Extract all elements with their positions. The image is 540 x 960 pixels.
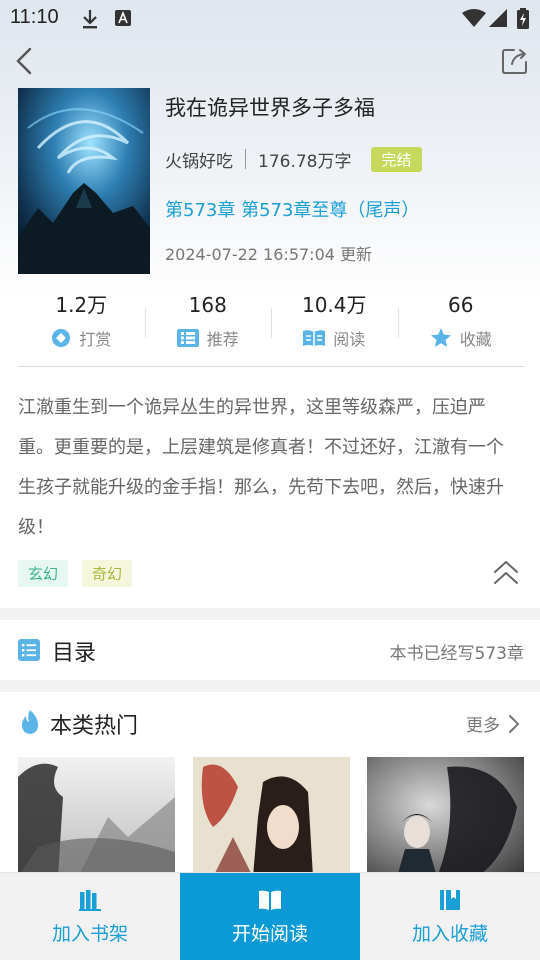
catalog-list-icon	[18, 639, 40, 661]
stat-value: 1.2万	[55, 293, 108, 317]
collapse-button[interactable]	[492, 558, 520, 588]
author-name[interactable]: 火锅好吃	[165, 147, 233, 172]
app-a-icon	[115, 10, 131, 26]
catalog-title: 目录	[52, 641, 97, 666]
stats-row: 1.2万 打赏 168 推荐 10.4万 阅读 66 收藏	[18, 290, 524, 356]
download-icon	[83, 10, 97, 29]
hot-book-cover[interactable]	[18, 757, 175, 877]
hot-book-image	[18, 757, 175, 877]
signal-icon	[489, 9, 507, 27]
tag-list: 玄幻 奇幻	[18, 560, 146, 587]
stat-value: 168	[188, 293, 227, 317]
add-shelf-label: 加入书架	[51, 923, 128, 945]
book-title: 我在诡异世界多子多福	[165, 96, 375, 120]
recommend-icon	[176, 329, 199, 347]
status-bar: 11:10	[0, 0, 540, 36]
meta-divider	[245, 149, 246, 169]
hot-book-image	[367, 757, 524, 877]
update-time: 2024-07-22 16:57:04 更新	[165, 245, 373, 264]
catalog-row[interactable]: 目录 本书已经写573章	[0, 620, 540, 680]
read-book-icon	[303, 330, 326, 346]
stat-label: 推荐	[206, 330, 239, 349]
stat-value: 66	[448, 293, 474, 317]
reward-icon	[52, 329, 71, 347]
start-reading-button[interactable]: 开始阅读	[180, 873, 360, 960]
hot-book-image	[193, 757, 350, 877]
star-icon	[430, 328, 451, 347]
double-chevron-up-icon	[494, 561, 518, 584]
status-badge: 完结	[371, 146, 422, 172]
wifi-icon	[462, 9, 486, 27]
back-button[interactable]	[12, 46, 40, 76]
book-cover-image	[18, 88, 150, 274]
latest-chapter-link[interactable]: 第573章 第573章至尊（尾声）	[165, 196, 419, 222]
chapter-count: 本书已经写573章	[389, 644, 524, 664]
stat-value: 10.4万	[301, 293, 367, 317]
stat-reward[interactable]: 1.2万 打赏	[18, 290, 145, 356]
collection-icon	[440, 890, 460, 910]
chevron-left-icon	[16, 47, 32, 75]
open-book-icon	[259, 890, 281, 910]
hot-title: 本类热门	[50, 714, 139, 739]
book-meta: 火锅好吃 176.78万字 完结	[165, 146, 422, 172]
bottom-action-bar: 加入书架 开始阅读 加入收藏	[0, 872, 540, 960]
stat-read[interactable]: 10.4万 阅读	[271, 290, 398, 356]
stat-collect[interactable]: 66 收藏	[397, 290, 525, 356]
battery-charging-icon	[517, 8, 529, 29]
share-icon	[502, 49, 527, 74]
hot-book-cover[interactable]	[367, 757, 524, 877]
add-collection-button[interactable]: 加入收藏	[360, 873, 540, 960]
more-link[interactable]: 更多	[466, 711, 520, 736]
tag-qihuan[interactable]: 奇幻	[82, 560, 133, 587]
stat-recommend[interactable]: 168 推荐	[144, 290, 272, 356]
status-time: 11:10	[10, 6, 59, 28]
stat-label: 打赏	[79, 330, 112, 349]
word-count: 176.78万字	[258, 151, 352, 172]
hot-book-cover[interactable]	[193, 757, 350, 877]
add-shelf-button[interactable]: 加入书架	[0, 873, 180, 960]
book-description: 江澈重生到一个诡异丛生的异世界，这里等级森严，压迫严重。更重要的是，上层建筑是修…	[18, 397, 504, 538]
add-collection-label: 加入收藏	[411, 923, 488, 945]
stat-label: 阅读	[333, 330, 366, 349]
more-label: 更多	[466, 716, 500, 736]
share-button[interactable]	[500, 46, 530, 76]
chevron-right-icon	[509, 714, 520, 733]
flame-icon	[22, 710, 38, 734]
bookshelf-icon	[79, 890, 101, 911]
tag-xuanhuan[interactable]: 玄幻	[18, 560, 69, 587]
start-reading-label: 开始阅读	[231, 923, 308, 945]
divider	[18, 366, 524, 367]
stat-label: 收藏	[459, 330, 492, 349]
book-cover[interactable]	[18, 88, 150, 274]
